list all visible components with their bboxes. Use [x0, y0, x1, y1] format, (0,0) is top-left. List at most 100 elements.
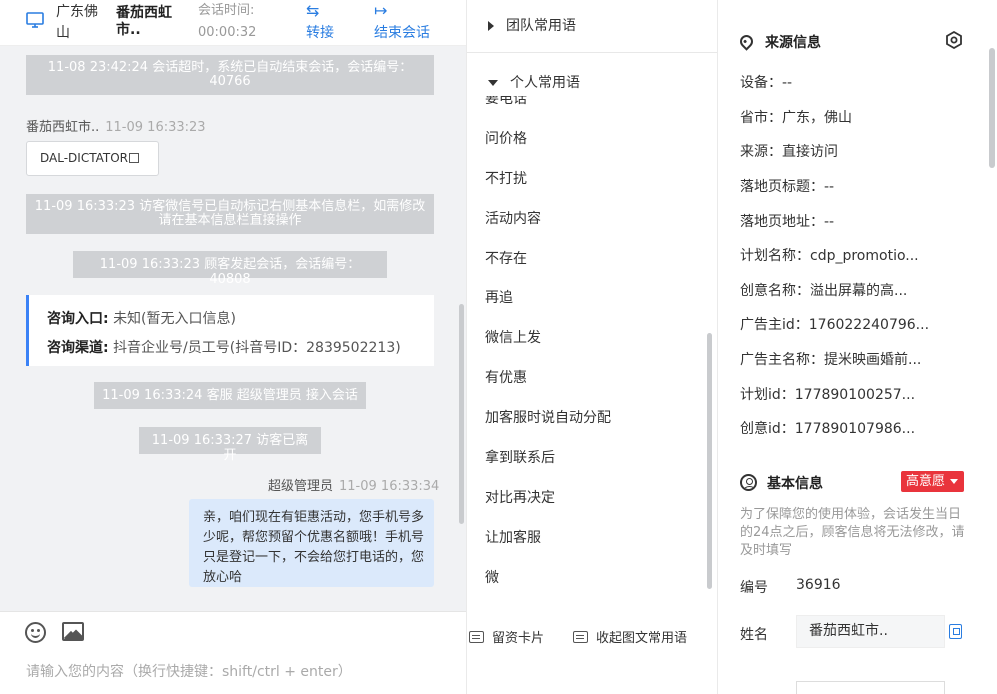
session-time-value: 00:00:32 [198, 25, 257, 40]
phrase-item[interactable]: 微 [485, 559, 611, 590]
source-plan-name: 计划名称：cdp_promotio... [740, 248, 919, 264]
agent-sender-name: 超级管理员 [268, 479, 334, 494]
message-input[interactable]: 请输入您的内容（换行快捷键：shift/ctrl + enter） [26, 661, 352, 681]
source-advertiser-name: 广告主名称：提米映画婚前... [740, 352, 922, 368]
phrase-scrollbar[interactable] [707, 333, 712, 589]
personal-phrases-label: 个人常用语 [510, 75, 580, 91]
phrase-item[interactable]: 拿到联系后 [485, 439, 611, 479]
visitor-info-panel: 来源信息 设备：-- 省市：广东，佛山 来源：直接访问 落地页标题：-- 落地页… [718, 0, 997, 694]
transfer-button[interactable]: ⇆ 转接 [306, 0, 340, 46]
basic-info-title-text: 基本信息 [767, 476, 823, 492]
phrase-item[interactable]: 对比再决定 [485, 479, 611, 519]
source-landing-title: 落地页标题：-- [740, 179, 835, 195]
system-message: 11-09 16:33:23 顾客发起会话，会话编号：40808 [73, 251, 387, 287]
phrase-item[interactable]: 再追 [485, 279, 611, 319]
edit-deadline-note: 为了保障您的使用体验，会话发生当日的24点之后，顾客信息将无法修改，请及时填写 [740, 507, 965, 558]
end-session-label: 结束会话 [374, 25, 430, 41]
phrase-item[interactable]: 不存在 [485, 240, 611, 280]
chat-panel: 广东佛山 番茄西虹市.. 会话时间: 00:00:32 ⇆ 转接 ↦ 结束会话 … [0, 0, 466, 694]
chat-header: 广东佛山 番茄西虹市.. 会话时间: 00:00:32 ⇆ 转接 ↦ 结束会话 [0, 0, 466, 46]
session-time-label: 会话时间: [198, 3, 255, 18]
consult-channel-value: 抖音企业号/员工号(抖音号ID：2839502213) [113, 340, 401, 356]
phrase-item[interactable]: 让加客服 [485, 519, 611, 559]
system-message: 11-08 23:42:24 会话超时，系统已自动结束会话，会话编号：40766 [26, 55, 434, 95]
basic-info-title: 基本信息 [740, 471, 823, 493]
transfer-icon: ⇆ [306, 1, 320, 20]
customer-name-field[interactable]: 番茄西虹市.. [796, 615, 945, 648]
visitor-message-card[interactable]: DAL-DICTATOR [26, 141, 159, 176]
location-pin-icon [737, 32, 756, 51]
collapse-phrases-label: 收起图文常用语 [596, 631, 688, 646]
source-advertiser-id: 广告主id：176022240796... [740, 317, 930, 333]
chat-scrollbar[interactable] [459, 304, 464, 524]
consult-entry-label: 咨询入口: [47, 311, 109, 327]
chevron-right-icon [488, 21, 494, 31]
phrase-footer: 留资卡片 收起图文常用语 [467, 611, 717, 694]
composer: 请输入您的内容（换行快捷键：shift/ctrl + enter） [0, 611, 466, 694]
phrase-item[interactable]: 加客服时说自动分配 [485, 399, 611, 439]
visitor-message-time: 11-09 16:33:23 [105, 120, 206, 135]
phrase-item[interactable]: 不打扰 [485, 160, 611, 200]
collapse-phrases-button[interactable]: 收起图文常用语 [573, 627, 687, 646]
system-message: 11-09 16:33:27 访客已离开 [139, 427, 321, 463]
consult-channel-line: 咨询渠道: 抖音企业号/员工号(抖音号ID：2839502213) [47, 334, 434, 363]
team-phrases-label: 团队常用语 [506, 18, 576, 34]
caret-down-icon [950, 479, 958, 484]
customer-name-label: 姓名 [740, 627, 768, 643]
transfer-label: 转接 [306, 25, 334, 41]
agent-message-bubble: 亲，咱们现在有钜惠活动，您手机号多少呢，帮您预留个优惠名额哦！手机号只是登记一下… [189, 499, 434, 587]
emoji-icon[interactable] [25, 622, 46, 643]
phrase-list[interactable]: 要电话 问价格 不打扰 活动内容 不存在 再追 微信上发 有优惠 加客服时说自动… [467, 96, 707, 590]
quick-phrases-panel: 团队常用语 个人常用语 要电话 问价格 不打扰 活动内容 不存在 再追 微信上发… [466, 0, 718, 694]
intent-level-dropdown[interactable]: 高意愿 [901, 471, 964, 492]
image-icon[interactable] [62, 622, 84, 641]
divider [467, 52, 717, 53]
intent-level-value: 高意愿 [906, 474, 946, 489]
leave-card-button[interactable]: 留资卡片 [469, 627, 544, 646]
visitor-card-text: DAL-DICTATOR [40, 151, 128, 165]
source-device: 设备：-- [740, 75, 793, 91]
visitor-location: 广东佛山 [56, 4, 98, 41]
visitor-sender-name: 番茄西虹市.. [26, 120, 100, 135]
exit-icon: ↦ [374, 1, 388, 20]
personal-phrases-group[interactable]: 个人常用语 [488, 72, 580, 92]
source-info-title-text: 来源信息 [765, 35, 821, 51]
source-creative-id: 创意id：177890107986... [740, 421, 916, 437]
source-landing-url: 落地页地址：-- [740, 214, 835, 230]
system-message: 11-09 16:33:23 访客微信号已自动标记右侧基本信息栏，如需修改请在基… [26, 194, 434, 234]
visitor-sender-line: 番茄西虹市.. 11-09 16:33:23 [26, 116, 206, 135]
phrase-item[interactable]: 微信上发 [485, 319, 611, 359]
source-info-title: 来源信息 [737, 32, 821, 52]
consult-entry-line: 咨询入口: 未知(暂无入口信息) [47, 305, 434, 334]
consult-info-card: 咨询入口: 未知(暂无入口信息) 咨询渠道: 抖音企业号/员工号(抖音号ID：2… [26, 295, 434, 366]
customer-id-value: 36916 [796, 577, 841, 593]
consult-channel-label: 咨询渠道: [47, 340, 109, 356]
source-province: 省市：广东，佛山 [740, 110, 852, 126]
message-list[interactable]: 11-08 23:42:24 会话超时，系统已自动结束会话，会话编号：40766… [0, 46, 466, 611]
message-icon [573, 631, 588, 643]
copy-icon[interactable] [949, 624, 962, 639]
settings-hex-icon[interactable] [945, 31, 963, 49]
customer-id-label: 编号 [740, 580, 768, 596]
copy-icon[interactable] [129, 153, 139, 163]
system-message: 11-09 16:33:24 客服 超级管理员 接入会话 [94, 382, 366, 409]
source-plan-id: 计划id：177890100257... [740, 387, 916, 403]
info-scrollbar[interactable] [989, 48, 995, 168]
source-creative-name: 创意名称：溢出屏幕的高... [740, 283, 908, 299]
phrase-item[interactable]: 问价格 [485, 120, 611, 160]
visitor-name: 番茄西虹市.. [116, 5, 172, 38]
team-phrases-group[interactable]: 团队常用语 [488, 15, 576, 35]
message-icon [469, 631, 484, 643]
phrase-item[interactable]: 有优惠 [485, 359, 611, 399]
leave-card-label: 留资卡片 [492, 631, 545, 646]
phrase-item[interactable]: 活动内容 [485, 200, 611, 240]
source-channel: 来源：直接访问 [740, 144, 838, 160]
agent-sender-line: 超级管理员 11-09 16:33:34 [268, 475, 439, 494]
phrase-item[interactable]: 要电话 [485, 96, 611, 120]
consult-entry-value: 未知(暂无入口信息) [113, 311, 236, 327]
chevron-down-icon [488, 80, 498, 86]
end-session-button[interactable]: ↦ 结束会话 [374, 0, 438, 46]
next-field-input[interactable] [796, 681, 945, 694]
user-icon [740, 474, 757, 491]
agent-message-time: 11-09 16:33:34 [339, 479, 440, 494]
